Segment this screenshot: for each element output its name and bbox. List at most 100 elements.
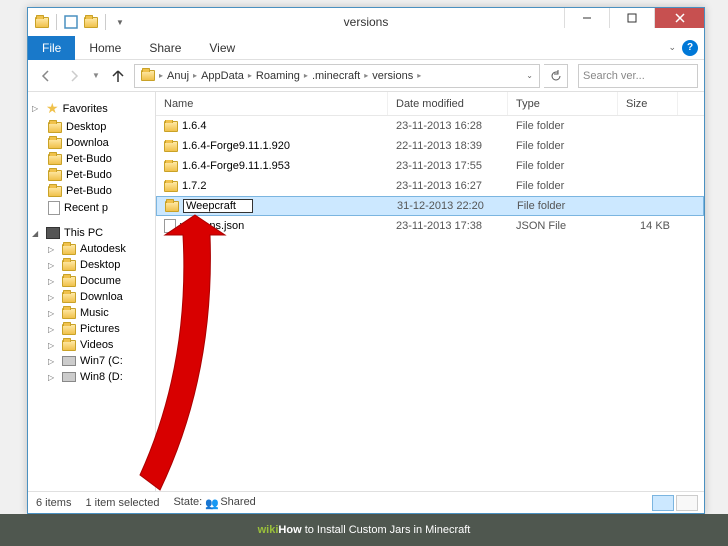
sidebar-item[interactable]: ▷Autodesk (28, 241, 155, 257)
sidebar-item[interactable]: ▷Music (28, 305, 155, 321)
pc-icon (46, 227, 60, 239)
sidebar-item[interactable]: Pet-Budo (28, 183, 155, 199)
breadcrumb[interactable]: ▸ Anuj▸ AppData▸ Roaming▸ .minecraft▸ ve… (134, 64, 540, 88)
sidebar-item[interactable]: ▷Win8 (D: (28, 369, 155, 385)
view-details-button[interactable] (652, 495, 674, 511)
caption-bar: wikiHow to Install Custom Jars in Minecr… (0, 514, 728, 546)
crumb[interactable]: .minecraft (308, 70, 364, 82)
file-name: 1.6.4-Forge9.11.1.920 (182, 140, 290, 152)
up-button[interactable] (106, 64, 130, 88)
tab-view[interactable]: View (195, 37, 249, 59)
caption-wiki: wiki (258, 524, 279, 536)
file-name: versions.json (180, 220, 244, 232)
col-size[interactable]: Size (618, 92, 678, 115)
qa-newfolder-icon[interactable] (83, 14, 99, 30)
file-name: 1.7.2 (182, 180, 206, 192)
sidebar-item[interactable]: ▷Desktop (28, 257, 155, 273)
file-type: File folder (509, 200, 619, 212)
titlebar: ▼ versions (28, 8, 704, 36)
recent-dropdown[interactable]: ▼ (90, 64, 102, 88)
qa-dropdown-icon[interactable]: ▼ (112, 14, 128, 30)
col-date[interactable]: Date modified (388, 92, 508, 115)
search-input[interactable]: Search ver... (578, 64, 698, 88)
file-size: 14 KB (618, 220, 678, 232)
back-button[interactable] (34, 64, 58, 88)
file-type: File folder (508, 180, 618, 192)
folder-icon (164, 181, 178, 192)
file-date: 31-12-2013 22:20 (389, 200, 509, 212)
minimize-button[interactable] (564, 8, 609, 28)
file-row[interactable]: 1.6.4-Forge9.11.1.953 23-11-2013 17:55Fil… (156, 156, 704, 176)
tab-share[interactable]: Share (135, 37, 195, 59)
file-row[interactable]: 1.6.4 23-11-2013 16:28File folder (156, 116, 704, 136)
explorer-window: ▼ versions File Home Share View ⌄ ? ▼ ▸ … (27, 7, 705, 514)
file-row[interactable]: 1.6.4-Forge9.11.1.920 22-11-2013 18:39Fil… (156, 136, 704, 156)
folder-icon (164, 141, 178, 152)
statusbar: 6 items 1 item selected State: 👥 Shared (28, 491, 704, 513)
refresh-button[interactable] (544, 64, 568, 88)
sidebar-item[interactable]: ▷Downloa (28, 289, 155, 305)
window-title: versions (344, 15, 389, 29)
column-headers: Name Date modified Type Size (156, 92, 704, 116)
sidebar-item[interactable]: ▷Win7 (C: (28, 353, 155, 369)
col-type[interactable]: Type (508, 92, 618, 115)
forward-button[interactable] (62, 64, 86, 88)
status-selected: 1 item selected (85, 497, 159, 509)
tab-home[interactable]: Home (75, 37, 135, 59)
file-name: 1.6.4-Forge9.11.1.953 (182, 160, 290, 172)
sidebar-item[interactable]: Downloa (28, 135, 155, 151)
file-type: File folder (508, 160, 618, 172)
file-date: 23-11-2013 16:27 (388, 180, 508, 192)
sidebar-item[interactable]: Pet-Budo (28, 151, 155, 167)
close-button[interactable] (654, 8, 704, 28)
file-name: 1.6.4 (182, 120, 206, 132)
file-date: 23-11-2013 16:28 (388, 120, 508, 132)
crumb[interactable]: Anuj (163, 70, 193, 82)
tab-file[interactable]: File (28, 36, 75, 60)
sidebar-item[interactable]: Pet-Budo (28, 167, 155, 183)
folder-icon (164, 161, 178, 172)
folder-icon (141, 70, 155, 81)
folder-icon (164, 121, 178, 132)
status-state: State: 👥 Shared (173, 496, 255, 508)
file-type: File folder (508, 120, 618, 132)
json-icon (164, 219, 176, 233)
file-date: 22-11-2013 18:39 (388, 140, 508, 152)
file-row[interactable]: 1.7.2 23-11-2013 16:27File folder (156, 176, 704, 196)
sidebar-item[interactable]: Desktop (28, 119, 155, 135)
ribbon: File Home Share View ⌄ ? (28, 36, 704, 60)
sidebar-item[interactable]: ▷Pictures (28, 321, 155, 337)
help-icon[interactable]: ? (682, 40, 698, 56)
col-name[interactable]: Name (156, 92, 388, 115)
crumb[interactable]: AppData (197, 70, 248, 82)
maximize-button[interactable] (609, 8, 654, 28)
navbar: ▼ ▸ Anuj▸ AppData▸ Roaming▸ .minecraft▸ … (28, 60, 704, 92)
crumb[interactable]: versions (368, 70, 417, 82)
file-row[interactable]: Weepcraft 31-12-2013 22:20File folder (156, 196, 704, 216)
crumb[interactable]: Roaming (252, 70, 304, 82)
status-count: 6 items (36, 497, 71, 509)
file-list: Name Date modified Type Size 1.6.4 23-11-… (156, 92, 704, 491)
file-type: File folder (508, 140, 618, 152)
expand-ribbon-icon[interactable]: ⌄ (668, 42, 676, 53)
qa-properties-icon[interactable] (63, 14, 79, 30)
sidebar-favorites-header[interactable]: ▷★ Favorites (28, 98, 155, 119)
file-row[interactable]: versions.json 23-11-2013 17:38JSON File14… (156, 216, 704, 236)
star-icon: ★ (46, 100, 59, 117)
folder-icon (165, 201, 179, 212)
search-placeholder: Search ver... (583, 70, 645, 82)
sidebar-thispc-header[interactable]: ◢ This PC (28, 225, 155, 241)
app-icon (34, 14, 50, 30)
file-type: JSON File (508, 220, 618, 232)
breadcrumb-dropdown-icon[interactable]: ⌄ (522, 71, 537, 80)
sidebar: ▷★ Favorites Desktop Downloa Pet-Budo Pe… (28, 92, 156, 491)
rename-input[interactable]: Weepcraft (183, 199, 253, 213)
view-icons-button[interactable] (676, 495, 698, 511)
file-date: 23-11-2013 17:38 (388, 220, 508, 232)
caption-rest: to Install Custom Jars in Minecraft (302, 524, 471, 536)
file-date: 23-11-2013 17:55 (388, 160, 508, 172)
sidebar-item[interactable]: ▷Docume (28, 273, 155, 289)
sidebar-item[interactable]: ▷Videos (28, 337, 155, 353)
caption-how: How (278, 524, 301, 536)
sidebar-item[interactable]: Recent p (28, 199, 155, 217)
